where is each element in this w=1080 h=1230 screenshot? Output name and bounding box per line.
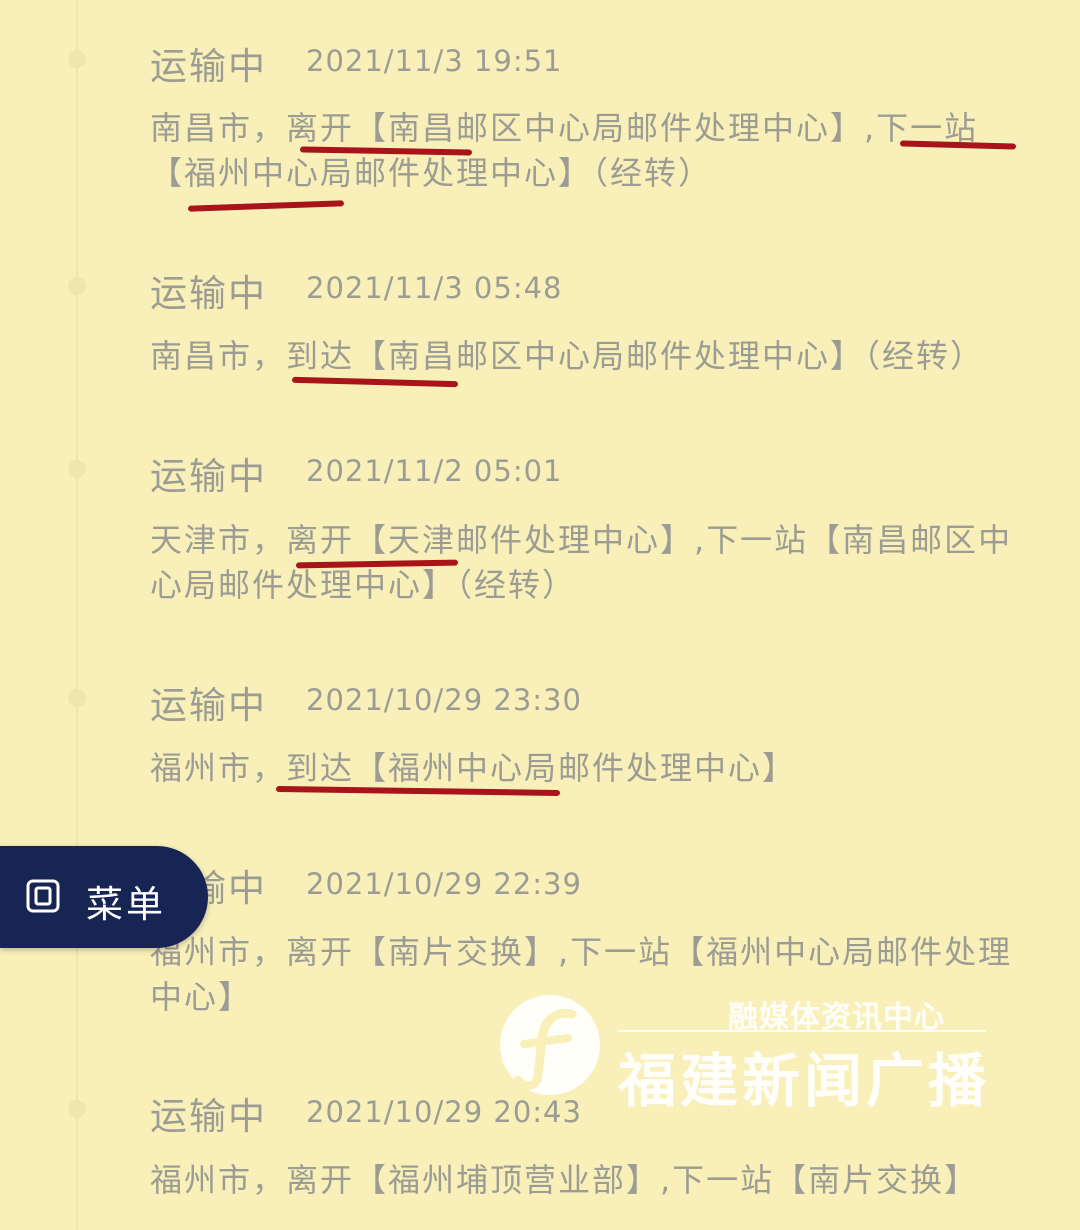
entry-time: 2021/11/2 05:01	[306, 454, 563, 488]
watermark-main-text: 福建新闻广播	[618, 1047, 991, 1115]
entry-status: 运输中	[150, 45, 267, 88]
entry-status: 运输中	[150, 455, 267, 498]
timeline-dot	[68, 50, 86, 68]
entry-status: 运输中	[150, 684, 267, 727]
timeline-dot	[68, 689, 86, 707]
red-underline-mark	[187, 200, 345, 212]
entry-time: 2021/10/29 23:30	[306, 683, 582, 717]
entry-time: 2021/11/3 05:48	[306, 271, 563, 305]
menu-button[interactable]: 菜单	[0, 846, 208, 948]
entry-description: 南昌市，离开【南昌邮区中心局邮件处理中心】,下一站【福州中心局邮件处理中心】（经…	[150, 109, 979, 192]
watermark-divider	[618, 1030, 986, 1032]
timeline-dot	[68, 460, 86, 478]
timeline-dot	[68, 1100, 86, 1118]
menu-square-icon	[26, 879, 60, 913]
timeline-line	[76, 0, 78, 1230]
entry-description: 福州市，离开【南片交换】,下一站【福州中心局邮件处理中心】	[150, 933, 1013, 1016]
entry-status: 运输中	[150, 272, 267, 315]
timeline-dot	[68, 277, 86, 295]
entry-time: 2021/10/29 20:43	[306, 1095, 582, 1129]
entry-description: 南昌市，到达【南昌邮区中心局邮件处理中心】（经转）	[150, 337, 985, 375]
entry-description: 福州市，到达【福州中心局邮件处理中心】	[150, 749, 797, 787]
entry-description: 福州市，离开【福州埔顶营业部】,下一站【南片交换】	[150, 1161, 979, 1199]
entry-time: 2021/11/3 19:51	[306, 44, 563, 78]
entry-time: 2021/10/29 22:39	[306, 867, 582, 901]
menu-label: 菜单	[86, 883, 166, 926]
entry-description: 天津市，离开【天津邮件处理中心】,下一站【南昌邮区中心局邮件处理中心】（经转）	[150, 521, 1013, 604]
entry-status: 运输中	[150, 1095, 267, 1138]
